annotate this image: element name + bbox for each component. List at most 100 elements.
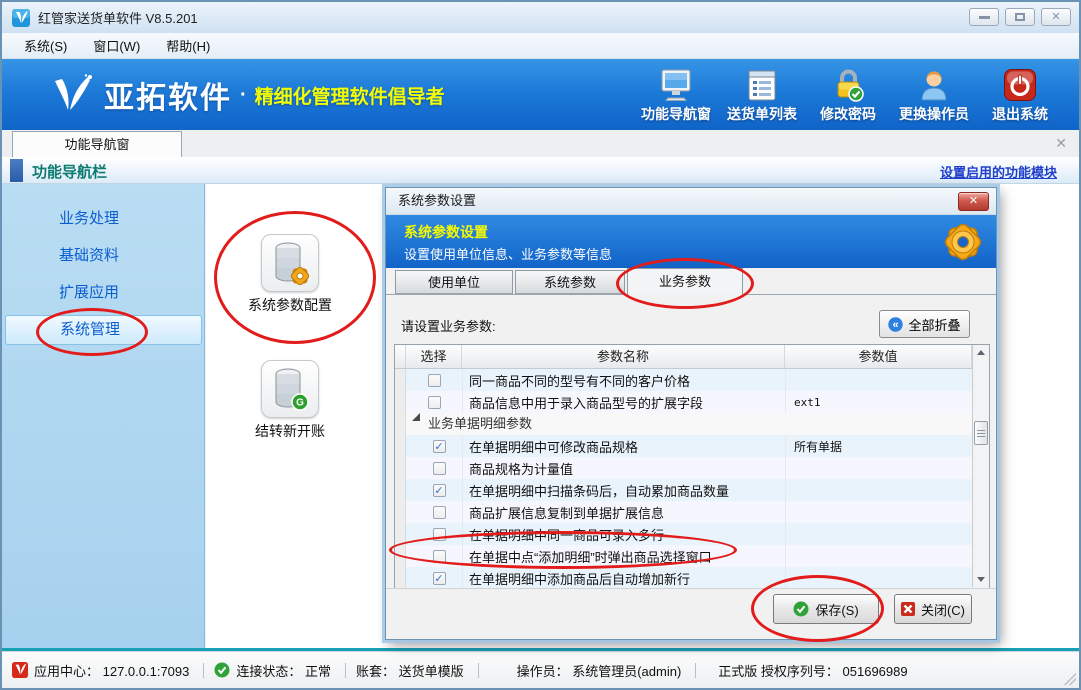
param-row[interactable]: 商品扩展信息复制到单据扩展信息 <box>395 501 989 523</box>
toolbar-button-nav-window[interactable]: 功能导航窗 <box>633 64 719 124</box>
param-name: 商品信息中用于录入商品型号的扩展字段 <box>462 391 785 413</box>
dialog-tabs: 使用单位系统参数业务参数 <box>395 268 745 295</box>
param-checkbox[interactable]: ✓ <box>433 440 446 453</box>
param-checkbox[interactable] <box>433 462 446 475</box>
sidebar-item-0[interactable]: 业务处理 <box>5 204 202 234</box>
param-value: ext1 <box>785 391 972 413</box>
param-name: 商品扩展信息复制到单据扩展信息 <box>462 501 785 523</box>
menu-item-1[interactable]: 窗口(W) <box>89 34 144 57</box>
status-item-3: 操作员： 系统管理员(admin) <box>517 661 682 680</box>
maximize-button[interactable] <box>1005 8 1035 26</box>
toolbar-label-switch-operator: 更换操作员 <box>899 104 969 124</box>
param-row[interactable]: 商品信息中用于录入商品型号的扩展字段 ext1 <box>395 391 989 413</box>
status-item-text: 操作员： 系统管理员(admin) <box>517 661 682 680</box>
toolbar-button-delivery-list[interactable]: 送货单列表 <box>719 64 805 124</box>
system-params-dialog: 系统参数设置 ✕ 系统参数设置 设置使用单位信息、业务参数等信息 使用单位系统参… <box>385 187 997 640</box>
database-gear-icon <box>270 240 310 286</box>
save-check-icon <box>793 601 809 617</box>
app-logo-red-icon <box>12 662 28 678</box>
status-item-0: 应用中心： 127.0.0.1:7093 <box>12 661 189 680</box>
gear-icon <box>940 219 986 265</box>
resize-grip[interactable] <box>1064 673 1076 685</box>
list-icon <box>746 64 778 102</box>
param-name: 在单据明细中添加商品后自动增加新行 <box>462 567 785 589</box>
param-name: 商品规格为计量值 <box>462 457 785 479</box>
param-checkbox[interactable] <box>428 374 441 387</box>
toolbar-label-nav-window: 功能导航窗 <box>641 104 711 124</box>
window-titlebar: 红管家送货单软件 V8.5.201 ✕ <box>2 2 1079 33</box>
param-row[interactable]: ✓ 在单据明细中添加商品后自动增加新行 <box>395 567 989 589</box>
sidebar-item-2[interactable]: 扩展应用 <box>5 278 202 308</box>
param-checkbox[interactable]: ✓ <box>433 484 446 497</box>
dialog-close-action-button[interactable]: 关闭(C) <box>894 594 972 624</box>
toolbar-button-switch-operator[interactable]: 更换操作员 <box>891 64 977 124</box>
param-value <box>785 369 972 391</box>
collapse-all-button[interactable]: « 全部折叠 <box>879 310 970 338</box>
param-value <box>785 523 972 545</box>
dialog-groove <box>386 588 996 590</box>
status-item-text: 正式版 授权序列号： 051696989 <box>718 661 907 680</box>
status-item-4: 正式版 授权序列号： 051696989 <box>718 661 907 680</box>
param-value <box>785 567 972 589</box>
scroll-down-icon[interactable] <box>973 572 989 587</box>
param-row[interactable]: 商品规格为计量值 <box>395 457 989 479</box>
window-title: 红管家送货单软件 V8.5.201 <box>38 8 198 27</box>
tab-strip: 功能导航窗 ✕ <box>2 130 1079 157</box>
header-indicator-cell <box>395 345 406 368</box>
header-toolbar: 功能导航窗送货单列表修改密码更换操作员退出系统 <box>633 64 1063 124</box>
nav-header-bar: 功能导航栏 设置启用的功能模块 <box>2 157 1079 184</box>
header-param-name: 参数名称 <box>462 345 785 368</box>
param-row[interactable]: 同一商品不同的型号有不同的客户价格 <box>395 369 989 391</box>
sidebar-item-1[interactable]: 基础资料 <box>5 241 202 271</box>
param-checkbox[interactable]: ✓ <box>433 572 446 585</box>
group-row[interactable]: 业务单据明细参数 <box>395 413 989 435</box>
dialog-banner-subtitle: 设置使用单位信息、业务参数等信息 <box>404 244 612 263</box>
dialog-titlebar[interactable]: 系统参数设置 <box>386 188 996 215</box>
module-settings-link[interactable]: 设置启用的功能模块 <box>940 162 1057 181</box>
dialog-tab-0[interactable]: 使用单位 <box>395 270 513 294</box>
save-button-label: 保存(S) <box>815 600 858 619</box>
menu-item-2[interactable]: 帮助(H) <box>162 34 214 57</box>
table-scrollbar[interactable] <box>972 345 989 587</box>
shortcut-carry-forward-new-account[interactable]: G <box>261 360 319 418</box>
param-value <box>785 545 972 567</box>
param-row[interactable]: 在单据中点“添加明细”时弹出商品选择窗口 <box>395 545 989 567</box>
params-table-body: 同一商品不同的型号有不同的客户价格 商品信息中用于录入商品型号的扩展字段 ext… <box>395 369 989 589</box>
scroll-up-icon[interactable] <box>973 345 989 360</box>
minimize-icon <box>979 16 990 19</box>
param-row[interactable]: 在单据明细中同一商品可录入多行 <box>395 523 989 545</box>
shortcut-system-param-config[interactable] <box>261 234 319 292</box>
param-row[interactable]: ✓ 在单据明细中扫描条码后，自动累加商品数量 <box>395 479 989 501</box>
status-separator <box>345 663 346 678</box>
dialog-tab-1[interactable]: 系统参数 <box>515 270 625 294</box>
toolbar-button-change-password[interactable]: 修改密码 <box>805 64 891 124</box>
collapse-all-label: 全部折叠 <box>908 315 960 334</box>
shortcut-label-system-param-config: 系统参数配置 <box>220 295 360 315</box>
param-checkbox[interactable] <box>428 396 441 409</box>
status-item-text: 账套： 送货单模版 <box>356 661 464 680</box>
maximize-icon <box>1015 13 1025 21</box>
menu-item-0[interactable]: 系统(S) <box>20 34 71 57</box>
status-separator <box>203 663 204 678</box>
param-checkbox[interactable] <box>433 528 446 541</box>
brand-separator: · <box>240 84 247 107</box>
tab-nav-window[interactable]: 功能导航窗 <box>12 131 182 157</box>
toolbar-button-exit-system[interactable]: 退出系统 <box>977 64 1063 124</box>
menu-bar: 系统(S) 窗口(W) 帮助(H) <box>2 33 1079 59</box>
dialog-close-button[interactable]: ✕ <box>958 192 989 211</box>
status-item-2: 账套： 送货单模版 <box>356 661 464 680</box>
scrollbar-thumb[interactable] <box>974 421 988 445</box>
param-value <box>785 501 972 523</box>
close-button[interactable]: ✕ <box>1041 8 1071 26</box>
save-button[interactable]: 保存(S) <box>773 594 879 624</box>
minimize-button[interactable] <box>969 8 999 26</box>
param-checkbox[interactable] <box>433 550 446 563</box>
param-row[interactable]: ✓ 在单据明细中可修改商品规格 所有单据 <box>395 435 989 457</box>
group-row-label: 业务单据明细参数 <box>428 413 532 435</box>
tab-close-icon[interactable]: ✕ <box>1055 135 1067 152</box>
status-bar: 应用中心： 127.0.0.1:7093连接状态： 正常账套： 送货单模版操作员… <box>2 651 1079 688</box>
dialog-tab-2[interactable]: 业务参数 <box>627 268 743 295</box>
param-checkbox[interactable] <box>433 506 446 519</box>
sidebar-item-3[interactable]: 系统管理 <box>5 315 202 345</box>
expander-icon[interactable] <box>412 413 420 421</box>
